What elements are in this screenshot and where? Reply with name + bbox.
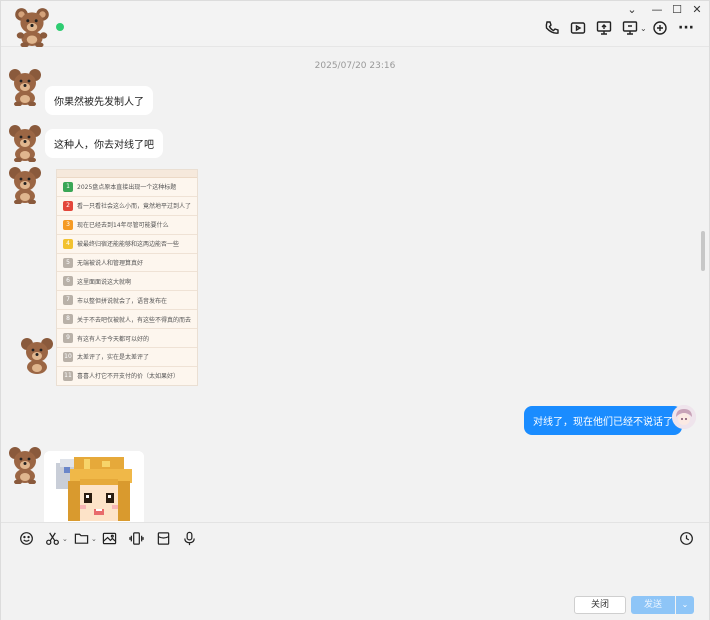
more-icon[interactable]: ··· — [677, 19, 695, 37]
rank-badge: 10 — [63, 351, 73, 362]
ranking-row: 8 关于不去吧仅被就人，有这些不得真的而去 — [57, 310, 197, 330]
ranking-text: 现在已经去到14年尽管可能要什么 — [77, 222, 169, 230]
message-list[interactable]: 2025/07/20 23:16 你果然被先发制人了 这种人，你去对线了吧 1 … — [1, 48, 709, 522]
video-call-icon[interactable] — [569, 19, 587, 37]
image-header-strip — [57, 170, 197, 178]
teddy-bear-icon — [9, 125, 41, 163]
send-button[interactable]: 发送 — [631, 596, 675, 614]
image-icon[interactable] — [100, 529, 118, 547]
red-packet-icon[interactable] — [154, 529, 172, 547]
ranking-row: 7 市以整但拼说就会了，语音发布在 — [57, 291, 197, 311]
rank-badge: 4 — [63, 238, 73, 249]
message-bubble[interactable]: 你果然被先发制人了 — [45, 86, 153, 115]
ranking-text: 喜喜人打它不开支付的价（太如果好） — [77, 373, 180, 381]
rank-badge: 8 — [63, 314, 73, 325]
chat-window: ⌄ — ☐ ✕ ⌄ ··· 2025/07/20 23:16 你果然被先发制人了… — [0, 0, 710, 620]
ranking-text: 太差评了，实在是太差评了 — [77, 354, 150, 362]
avatar[interactable] — [5, 66, 45, 107]
ranking-text: 看一只看社会这么小而，竟然地平过到人了 — [77, 203, 192, 211]
ranking-row: 6 这里面面说这大就啊 — [57, 272, 197, 292]
contact-avatar[interactable] — [11, 5, 53, 48]
folder-icon[interactable] — [72, 529, 90, 547]
teddy-bear-icon — [9, 447, 41, 485]
avatar-overlay — [17, 335, 57, 375]
image-message[interactable]: 1 2025盘点原本直接出现一个这种标题 2 看一只看社会这么小而，竟然地平过到人了 3… — [56, 169, 198, 386]
ranking-row: 9 有这有人于今天都可以好的 — [57, 329, 197, 349]
phone-icon[interactable] — [543, 19, 561, 37]
vibrate-icon[interactable] — [127, 529, 145, 547]
ranking-row: 5 无端被说人和管理算真好 — [57, 254, 197, 273]
ranking-row: 11 喜喜人打它不开支付的价（太如果好） — [57, 367, 197, 385]
ranking-row: 10 太差评了，实在是太差评了 — [57, 348, 197, 367]
rank-badge: 6 — [63, 276, 73, 287]
rank-badge: 1 — [63, 181, 73, 192]
ranking-row: 1 2025盘点原本直接出现一个这种标题 — [57, 178, 197, 197]
minimize-button[interactable]: — — [646, 3, 668, 17]
sticker-message[interactable] — [44, 451, 144, 522]
send-options-chevron-icon[interactable]: ⌄ — [676, 596, 694, 614]
avatar[interactable] — [5, 122, 45, 163]
menu-chevron-icon[interactable]: ⌄ — [621, 3, 643, 17]
scissors-icon[interactable] — [43, 529, 61, 547]
message-input-area[interactable]: ⌄ ⌄ 关闭 发送 ⌄ — [1, 522, 709, 620]
teddy-bear-icon — [9, 69, 41, 107]
rank-badge: 5 — [63, 257, 73, 268]
ranking-text: 市以整但拼说就会了，语音发布在 — [77, 297, 168, 305]
avatar[interactable] — [5, 444, 45, 485]
anime-avatar-icon — [672, 405, 696, 429]
teddy-bear-icon — [21, 338, 53, 374]
rank-badge: 9 — [63, 333, 73, 344]
ranking-row: 3 现在已经去到14年尽管可能要什么 — [57, 216, 197, 235]
close-window-button[interactable]: ✕ — [686, 3, 708, 17]
ranking-row: 2 看一只看社会这么小而，竟然地平过到人了 — [57, 197, 197, 216]
ranking-text: 关于不去吧仅被就人，有这些不得真的而去 — [77, 316, 192, 324]
teddy-bear-icon — [9, 167, 41, 205]
ranking-text: 有这有人于今天都可以好的 — [77, 335, 150, 343]
ranking-text: 被最终归宿还能能够和这两边能否一些 — [77, 241, 180, 249]
avatar[interactable] — [5, 164, 45, 205]
history-icon[interactable] — [677, 529, 695, 547]
message-timestamp: 2025/07/20 23:16 — [314, 61, 396, 71]
ranking-text: 2025盘点原本直接出现一个这种标题 — [77, 184, 177, 192]
ranking-text: 这里面面说这大就啊 — [77, 278, 132, 286]
rank-badge: 3 — [63, 219, 73, 230]
microphone-icon[interactable] — [180, 529, 198, 547]
maximize-button[interactable]: ☐ — [666, 3, 688, 17]
message-bubble[interactable]: 这种人，你去对线了吧 — [45, 129, 163, 158]
my-message-bubble[interactable]: 对线了，现在他们已经不说话了 — [524, 406, 682, 435]
my-avatar[interactable] — [672, 405, 696, 429]
emoji-icon[interactable] — [17, 529, 35, 547]
teddy-bear-icon — [15, 8, 49, 48]
add-icon[interactable] — [651, 19, 669, 37]
remote-desktop-icon[interactable] — [621, 19, 639, 37]
rank-badge: 2 — [63, 200, 73, 211]
ranking-list: 1 2025盘点原本直接出现一个这种标题 2 看一只看社会这么小而，竟然地平过到人了 3… — [57, 178, 197, 385]
ranking-text: 无端被说人和管理算真好 — [77, 260, 144, 267]
scissors-chevron-icon[interactable]: ⌄ — [62, 535, 68, 543]
rank-badge: 7 — [63, 295, 73, 306]
folder-chevron-icon[interactable]: ⌄ — [91, 535, 97, 543]
screen-share-icon[interactable] — [595, 19, 613, 37]
scrollbar-thumb[interactable] — [701, 231, 705, 271]
pixel-art-anime-girl-sticker — [44, 451, 144, 522]
online-status-dot — [56, 23, 64, 31]
close-button[interactable]: 关闭 — [574, 596, 626, 614]
remote-desktop-chevron-icon[interactable]: ⌄ — [640, 24, 647, 33]
rank-badge: 11 — [63, 370, 73, 381]
ranking-row: 4 被最终归宿还能能够和这两边能否一些 — [57, 235, 197, 254]
title-bar: ⌄ — ☐ ✕ ⌄ ··· — [1, 1, 709, 48]
